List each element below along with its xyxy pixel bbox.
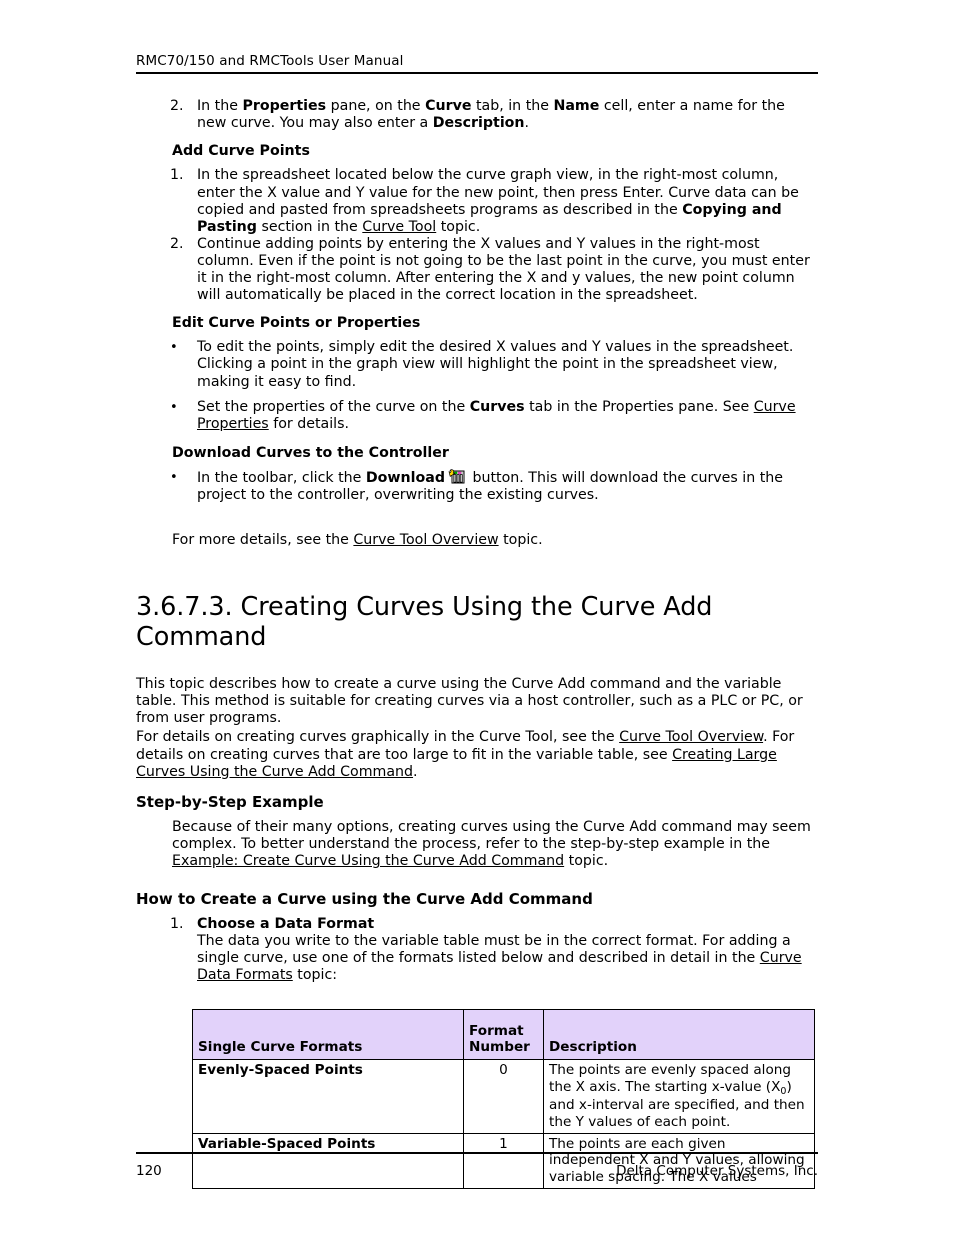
- list-item: 1. In the spreadsheet located below the …: [136, 167, 818, 235]
- list-item-text: Choose a Data Format The data you write t…: [197, 916, 818, 984]
- subheading-edit-curve-points: Edit Curve Points or Properties: [172, 315, 421, 332]
- bold-run: Curves: [469, 398, 525, 415]
- bold-run: Curve: [425, 98, 472, 115]
- text-run: tab, in the: [471, 98, 554, 115]
- section-intro-paragraph-1: This topic describes how to create a cur…: [136, 676, 803, 727]
- bold-run: Properties: [242, 98, 327, 115]
- cell-format-description: The points are evenly spaced along the X…: [543, 1059, 815, 1134]
- header-rule: [136, 72, 818, 75]
- download-curves-list: • In the toolbar, click the Download but…: [136, 469, 818, 504]
- text-run: Because of their many options, creating …: [172, 818, 811, 852]
- text-run: For more details, see the: [172, 532, 354, 549]
- continued-numbered-list: 2. In the Properties pane, on the Curve …: [136, 98, 818, 132]
- list-item-text: Set the properties of the curve on the C…: [197, 399, 818, 433]
- heading-step-by-step-example: Step-by-Step Example: [136, 792, 324, 811]
- list-item: 1. Choose a Data Format The data you writ…: [136, 916, 818, 984]
- text-run: For details on creating curves graphical…: [136, 729, 620, 746]
- how-to-list: 1. Choose a Data Format The data you writ…: [136, 916, 818, 984]
- table-row: Evenly-Spaced Points 0 The points are ev…: [192, 1059, 815, 1134]
- bold-run: Name: [553, 98, 600, 115]
- text-run: Set the properties of the curve on the: [197, 398, 470, 415]
- section-intro-paragraph-2: For details on creating curves graphical…: [136, 729, 818, 780]
- text-run: topic:: [292, 967, 338, 984]
- bullet-icon: •: [170, 469, 178, 485]
- text-run: .: [413, 763, 418, 780]
- column-header-single-curve-formats: Single Curve Formats: [192, 1009, 464, 1061]
- list-item: 2. Continue adding points by entering th…: [136, 236, 818, 304]
- subheading-add-curve-points: Add Curve Points: [172, 143, 310, 160]
- list-item: 2. In the Properties pane, on the Curve …: [136, 98, 818, 132]
- text-run: for details.: [268, 415, 350, 432]
- list-item: • Set the properties of the curve on the…: [136, 399, 818, 433]
- list-item-text: To edit the points, simply edit the desi…: [197, 339, 794, 390]
- format-number-line1: Format: [469, 1022, 524, 1039]
- page-number: 120: [136, 1163, 162, 1179]
- text-run: pane, on the: [326, 98, 426, 115]
- table-header: Single Curve Formats Format Number Descri…: [192, 1009, 815, 1061]
- cell-format-name: Evenly-Spaced Points: [192, 1059, 464, 1134]
- list-item-text: In the toolbar, click the Download butto…: [197, 469, 818, 504]
- text-run: topic.: [436, 218, 481, 235]
- footer-row: 120 Delta Computer Systems, Inc.: [136, 1154, 818, 1179]
- page-header-area: RMC70/150 and RMCTools User Manual 2. In…: [136, 0, 818, 1190]
- text-run: section in the: [256, 218, 363, 235]
- list-item-text: In the Properties pane, on the Curve tab…: [197, 98, 818, 132]
- link-curve-tool-overview[interactable]: Curve Tool Overview: [619, 729, 763, 745]
- text-run: In the: [197, 98, 243, 115]
- step-by-step-paragraph: Because of their many options, creating …: [136, 819, 818, 870]
- cell-format-number: 0: [463, 1059, 544, 1134]
- bullet-icon: •: [170, 340, 178, 356]
- link-curve-tool-overview[interactable]: Curve Tool Overview: [353, 532, 498, 548]
- list-marker: 2.: [170, 98, 184, 115]
- format-number-line2: Number: [469, 1038, 530, 1055]
- list-item-text: Continue adding points by entering the X…: [197, 235, 810, 304]
- list-marker: 1.: [170, 916, 184, 932]
- download-curves-icon: [448, 469, 466, 486]
- list-marker: 1.: [170, 167, 184, 184]
- list-item: • In the toolbar, click the Download but…: [136, 469, 818, 504]
- page-footer: 120 Delta Computer Systems, Inc.: [136, 1152, 818, 1179]
- page-title: 3.6.7.3. Creating Curves Using the Curve…: [136, 592, 713, 653]
- edit-curve-list: • To edit the points, simply edit the de…: [136, 339, 818, 432]
- list-marker: 2.: [170, 235, 184, 252]
- running-title: RMC70/150 and RMCTools User Manual: [136, 53, 404, 69]
- link-example-create-curve[interactable]: Example: Create Curve Using the Curve Ad…: [172, 853, 564, 869]
- list-item-text: In the spreadsheet located below the cur…: [197, 167, 818, 235]
- footer-company: Delta Computer Systems, Inc.: [616, 1163, 818, 1179]
- list-item: • To edit the points, simply edit the de…: [136, 339, 818, 390]
- add-curve-points-list: 1. In the spreadsheet located below the …: [136, 167, 818, 304]
- column-header-format-number: Format Number: [463, 1009, 544, 1061]
- step-title: Choose a Data Format: [197, 916, 375, 932]
- more-details-paragraph: For more details, see the Curve Tool Ove…: [136, 532, 818, 549]
- bullet-icon: •: [170, 399, 178, 415]
- table-header-row: Single Curve Formats Format Number Descri…: [192, 1009, 815, 1061]
- bold-run: Download: [365, 469, 445, 486]
- column-header-description: Description: [543, 1009, 815, 1061]
- text-run: .: [524, 115, 530, 132]
- text-run: tab in the Properties pane. See: [524, 398, 754, 415]
- page-header: RMC70/150 and RMCTools User Manual: [136, 0, 818, 75]
- link-curve-tool[interactable]: Curve Tool: [362, 219, 436, 235]
- heading-how-to-create-curve: How to Create a Curve using the Curve Ad…: [136, 890, 593, 908]
- text-run: topic.: [564, 852, 609, 869]
- text-run: The points are evenly spaced along the X…: [549, 1062, 792, 1095]
- text-run: The data you write to the variable table…: [197, 933, 791, 967]
- subscript-zero: 0: [780, 1085, 787, 1097]
- document-page: RMC70/150 and RMCTools User Manual 2. In…: [0, 0, 954, 1235]
- subheading-download-curves: Download Curves to the Controller: [172, 444, 449, 461]
- text-run: topic.: [498, 532, 543, 549]
- text-run: In the toolbar, click the: [197, 469, 366, 486]
- bold-run: Description: [432, 115, 525, 132]
